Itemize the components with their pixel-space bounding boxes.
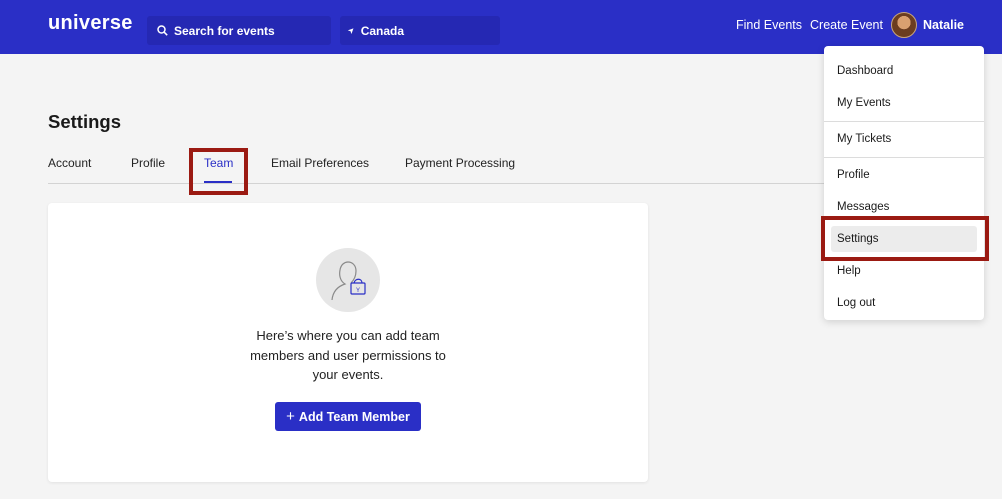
menu-item-dashboard[interactable]: Dashboard — [831, 58, 977, 84]
menu-item-help[interactable]: Help — [831, 258, 977, 284]
search-box[interactable] — [147, 16, 331, 45]
team-empty-message: Here’s where you can add team members an… — [250, 328, 446, 382]
settings-menu-highlight — [821, 216, 989, 261]
location-label: Canada — [360, 23, 405, 38]
plus-icon: + — [286, 408, 295, 425]
tab-profile[interactable]: Profile — [131, 156, 165, 170]
tab-account[interactable]: Account — [48, 156, 91, 170]
search-input[interactable] — [174, 23, 324, 38]
create-event-link[interactable]: Create Event — [810, 18, 883, 32]
page-title: Settings — [48, 111, 121, 132]
add-team-member-label: Add Team Member — [298, 409, 410, 424]
user-menu-toggle[interactable]: Natalie — [891, 12, 964, 38]
find-events-link[interactable]: Find Events — [736, 18, 802, 32]
settings-tabs: Account Profile Team Email Preferences P… — [48, 155, 848, 184]
tab-email-preferences[interactable]: Email Preferences — [271, 156, 369, 170]
location-arrow-icon: ➤ — [345, 24, 357, 37]
svg-text:Y: Y — [356, 288, 360, 294]
avatar — [891, 12, 917, 38]
tab-payment-processing[interactable]: Payment Processing — [405, 156, 515, 170]
user-dropdown-menu: Dashboard My Events My Tickets Profile M… — [824, 46, 984, 320]
search-icon — [157, 25, 168, 36]
menu-item-log-out[interactable]: Log out — [831, 290, 977, 316]
menu-item-my-tickets[interactable]: My Tickets — [831, 126, 977, 152]
location-selector[interactable]: ➤ Canada — [340, 16, 500, 45]
team-empty-card: Y Here’s where you can add team members … — [48, 203, 648, 482]
menu-item-my-events[interactable]: My Events — [831, 90, 977, 116]
menu-divider — [824, 121, 984, 122]
menu-item-profile[interactable]: Profile — [831, 162, 977, 188]
universe-logo[interactable]: universe — [48, 12, 133, 35]
user-name: Natalie — [923, 18, 964, 32]
menu-divider — [824, 157, 984, 158]
team-tab-highlight — [189, 148, 248, 195]
locked-user-icon: Y — [316, 248, 380, 312]
add-team-member-button[interactable]: + Add Team Member — [275, 402, 421, 431]
